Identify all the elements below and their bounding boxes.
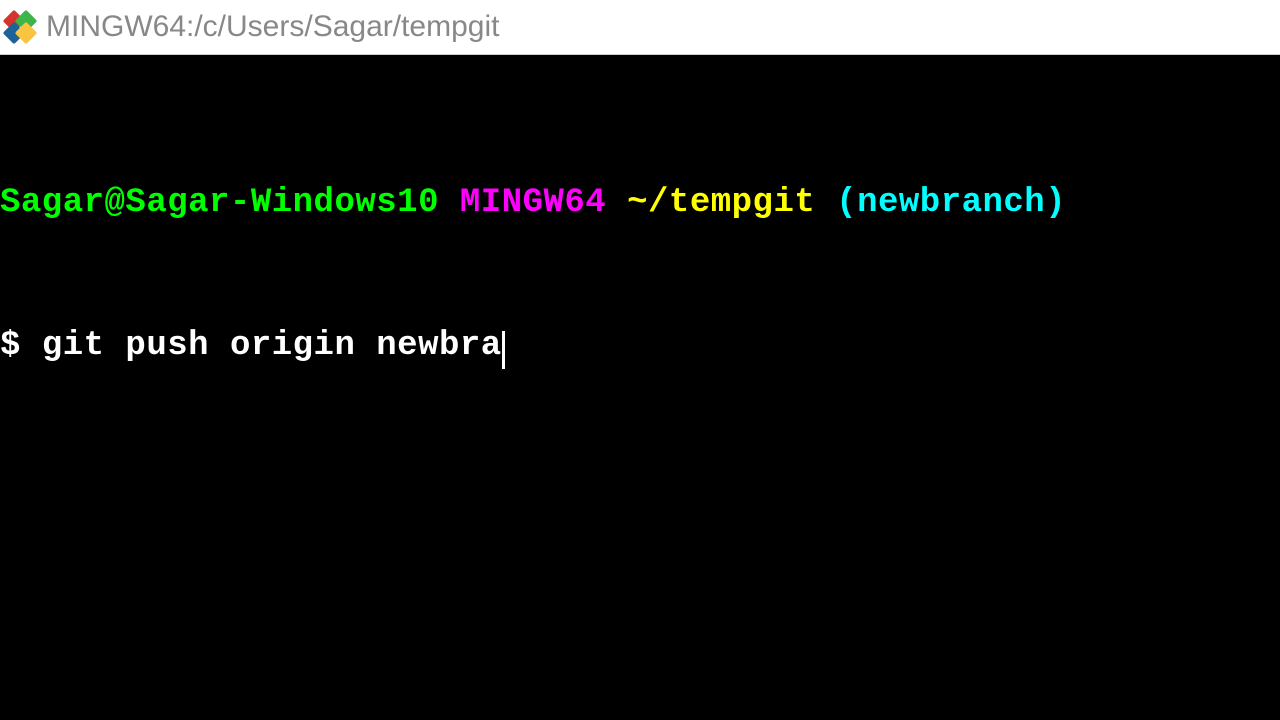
command-text: git push origin newbra <box>42 327 502 365</box>
text-cursor <box>502 331 505 369</box>
terminal-area[interactable]: Sagar@Sagar-Windows10 MINGW64 ~/tempgit … <box>0 55 1280 720</box>
app-icon <box>4 11 36 43</box>
prompt-user-host: Sagar@Sagar-Windows10 <box>0 184 439 222</box>
prompt-branch: (newbranch) <box>836 184 1066 222</box>
prompt-dollar: $ <box>0 327 21 365</box>
window-titlebar[interactable]: MINGW64:/c/Users/Sagar/tempgit <box>0 0 1280 55</box>
prompt-env: MINGW64 <box>460 184 606 222</box>
command-line: $ git push origin newbra <box>0 323 1280 371</box>
window-title: MINGW64:/c/Users/Sagar/tempgit <box>46 10 499 44</box>
prompt-path: ~/tempgit <box>627 184 815 222</box>
prompt-line: Sagar@Sagar-Windows10 MINGW64 ~/tempgit … <box>0 180 1280 228</box>
